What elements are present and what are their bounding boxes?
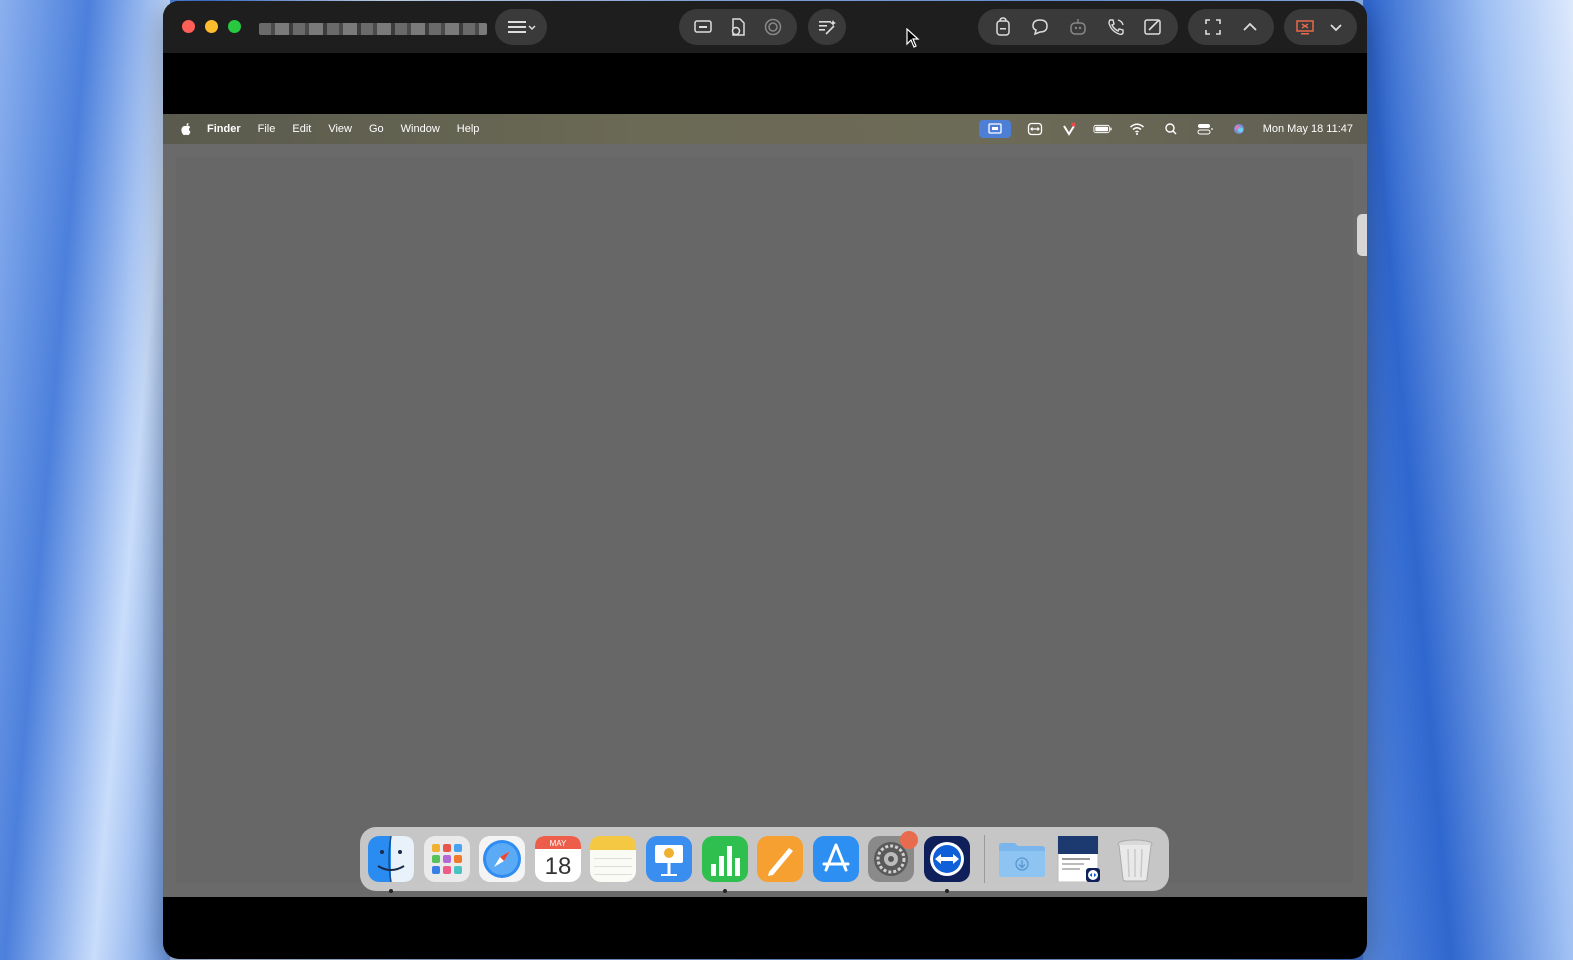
session-tools-group xyxy=(679,9,797,45)
mouse-pointer-icon xyxy=(906,28,920,48)
spotlight-search-icon[interactable] xyxy=(1161,121,1181,137)
teamviewer-icon xyxy=(923,836,970,882)
dock-pages[interactable] xyxy=(757,836,804,882)
apple-logo-icon[interactable] xyxy=(179,122,193,136)
close-window-button[interactable] xyxy=(182,20,195,33)
remote-screen[interactable]: Finder File Edit View Go Window Help Mon… xyxy=(163,114,1367,897)
dock-launchpad[interactable] xyxy=(423,836,470,882)
clipboard-icon xyxy=(996,17,1010,36)
menu-extras: Mon May 18 11:47 xyxy=(978,114,1353,144)
chevron-down-icon xyxy=(1330,24,1342,32)
end-session-icon xyxy=(1296,20,1314,35)
session-toolbar: ██████ ██████████ ██████ xyxy=(163,1,1367,53)
dock-keynote[interactable] xyxy=(645,836,692,882)
assistant-button[interactable] xyxy=(1061,12,1095,42)
screen-sharing-status-icon[interactable] xyxy=(978,120,1011,138)
window-title: ██████ ██████████ ██████ xyxy=(259,23,487,35)
menu-window[interactable]: Window xyxy=(401,123,440,135)
battery-icon[interactable] xyxy=(1093,121,1113,137)
teamviewer-status-icon[interactable] xyxy=(1025,121,1045,137)
app-store-icon xyxy=(812,836,859,882)
dock-finder[interactable] xyxy=(368,836,414,893)
safari-icon xyxy=(479,836,526,882)
file-transfer-button[interactable] xyxy=(721,12,755,42)
running-indicator xyxy=(944,889,949,893)
fullscreen-icon xyxy=(1204,19,1221,35)
view-controls-group xyxy=(1188,9,1274,45)
menu-view[interactable]: View xyxy=(328,123,352,135)
pages-icon xyxy=(757,836,804,882)
keynote-icon xyxy=(645,836,692,882)
document-thumbnail-icon xyxy=(1057,836,1101,882)
desktop-area[interactable] xyxy=(176,157,1353,883)
dock: MAY 18 xyxy=(360,827,1169,893)
wallpaper-right xyxy=(1363,0,1573,960)
dock-safari[interactable] xyxy=(479,836,526,882)
clipboard-button[interactable] xyxy=(986,12,1020,42)
end-session-button[interactable] xyxy=(1290,12,1321,42)
running-indicator xyxy=(389,889,393,893)
hamburger-menu-icon xyxy=(508,21,536,33)
fullscreen-button[interactable] xyxy=(1196,12,1230,42)
menu-go[interactable]: Go xyxy=(369,123,384,135)
menu-file[interactable]: File xyxy=(258,123,276,135)
numbers-icon xyxy=(701,836,748,882)
wallpaper-left xyxy=(0,0,170,960)
dock-system-settings[interactable] xyxy=(868,831,919,882)
wifi-icon[interactable] xyxy=(1127,121,1147,137)
notification-badge xyxy=(900,831,919,849)
dock-numbers[interactable] xyxy=(701,836,748,893)
call-button[interactable] xyxy=(1099,12,1133,42)
downloads-folder-icon xyxy=(998,843,1045,877)
phone-icon xyxy=(1107,19,1124,36)
record-button[interactable] xyxy=(756,12,790,42)
dock-downloads[interactable] xyxy=(997,836,1047,882)
siri-icon[interactable] xyxy=(1229,121,1249,137)
magic-wand-icon xyxy=(819,20,836,35)
dock-notes[interactable] xyxy=(590,836,637,882)
control-center-icon[interactable] xyxy=(1195,121,1215,137)
menu-edit[interactable]: Edit xyxy=(292,123,311,135)
scroll-handle[interactable] xyxy=(1357,214,1367,256)
dock-separator xyxy=(983,835,985,883)
menu-help[interactable]: Help xyxy=(457,123,480,135)
whiteboard-icon xyxy=(1144,19,1161,35)
mac-menu-bar: Finder File Edit View Go Window Help Mon… xyxy=(163,114,1367,144)
record-icon xyxy=(765,18,782,36)
notes-icon xyxy=(590,836,637,882)
screen-share-button[interactable] xyxy=(686,12,720,42)
communication-tools-group xyxy=(978,9,1178,45)
minimize-window-button[interactable] xyxy=(205,20,218,33)
calendar-icon: MAY 18 xyxy=(534,836,581,882)
menu-clock[interactable]: Mon May 18 11:47 xyxy=(1263,123,1353,135)
calendar-day: 18 xyxy=(544,853,571,880)
robot-icon xyxy=(1070,19,1086,35)
file-transfer-icon xyxy=(731,18,745,36)
magic-wand-button[interactable] xyxy=(808,9,846,45)
chat-icon xyxy=(1032,19,1049,36)
launchpad-icon xyxy=(423,836,470,882)
screen-share-icon xyxy=(693,20,712,33)
security-status-icon[interactable] xyxy=(1059,121,1079,137)
dock-trash[interactable] xyxy=(1112,836,1158,882)
trash-icon xyxy=(1117,839,1153,882)
running-indicator xyxy=(722,889,727,893)
dock-calendar[interactable]: MAY 18 xyxy=(534,836,581,882)
dock-document[interactable] xyxy=(1056,836,1102,882)
zoom-window-button[interactable] xyxy=(228,20,241,33)
end-session-options-button[interactable] xyxy=(1321,12,1352,42)
dock-app-store[interactable] xyxy=(812,836,859,882)
remote-session-window: ██████ ██████████ ██████ xyxy=(163,1,1367,959)
dock-teamviewer[interactable] xyxy=(923,836,970,893)
actions-menu-button[interactable] xyxy=(495,9,547,45)
collapse-toolbar-button[interactable] xyxy=(1233,12,1267,42)
calendar-month: MAY xyxy=(549,839,566,848)
finder-icon xyxy=(368,836,414,882)
menu-app-name[interactable]: Finder xyxy=(207,123,241,135)
whiteboard-button[interactable] xyxy=(1136,12,1170,42)
chat-button[interactable] xyxy=(1023,12,1057,42)
chevron-up-icon xyxy=(1242,22,1257,31)
end-session-group xyxy=(1284,9,1357,45)
